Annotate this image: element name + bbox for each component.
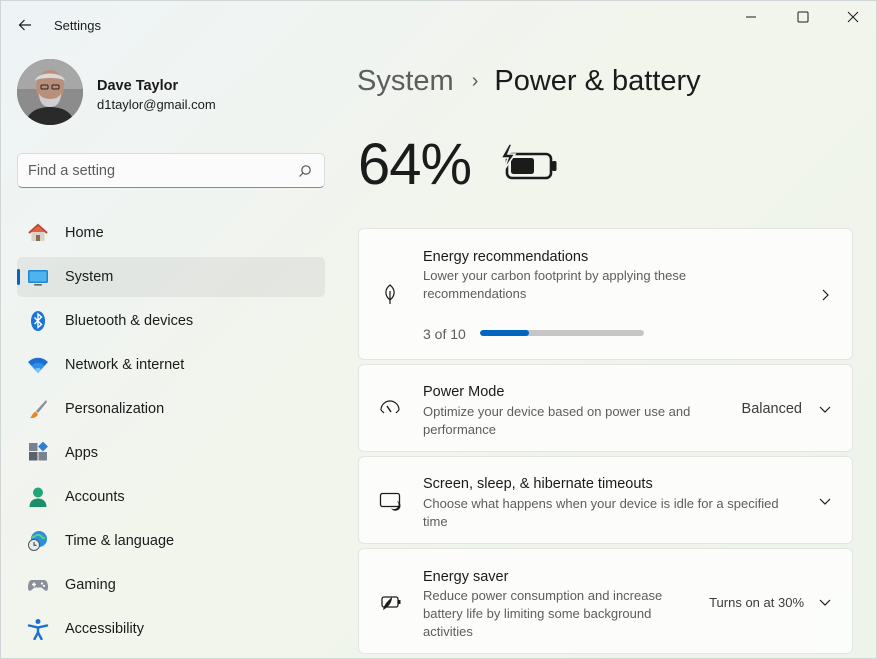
user-name: Dave Taylor — [97, 78, 179, 94]
avatar[interactable] — [17, 59, 83, 125]
maximize-button[interactable] — [780, 1, 826, 33]
search-box[interactable] — [17, 153, 325, 188]
leaf-icon — [379, 283, 401, 305]
power-mode-dropdown-value[interactable]: Balanced — [742, 401, 802, 417]
sidebar-item-gaming[interactable]: Gaming — [17, 565, 325, 605]
sidebar-item-label: Personalization — [65, 401, 165, 417]
sidebar-item-accounts[interactable]: Accounts — [17, 477, 325, 517]
sidebar-item-network[interactable]: Network & internet — [17, 345, 325, 385]
energy-saver-card[interactable]: Energy saver Reduce power consumption an… — [358, 548, 853, 654]
progress-fill — [480, 330, 530, 336]
settings-window: Settings Dave Taylor d1taylor@gmail.com — [0, 0, 877, 659]
card-description-line-1: Reduce power consumption and increase — [423, 588, 663, 603]
sidebar-item-label: Accessibility — [65, 621, 144, 637]
card-description-line-2: time — [423, 514, 448, 529]
globe-clock-icon — [27, 530, 49, 552]
sidebar-item-label: Home — [65, 225, 104, 241]
sidebar-item-label: Bluetooth & devices — [65, 313, 194, 329]
battery-fill — [511, 158, 534, 174]
chevron-down-icon[interactable] — [818, 494, 832, 508]
wifi-icon — [27, 354, 49, 376]
gamepad-icon — [27, 574, 49, 596]
card-title: Energy recommendations — [423, 249, 589, 265]
card-description-line-1: Optimize your device based on power use … — [423, 404, 691, 419]
sidebar-item-label: Network & internet — [65, 357, 185, 373]
card-title: Energy saver — [423, 569, 509, 585]
back-button[interactable] — [11, 11, 39, 39]
screen-sleep-icon — [379, 490, 401, 512]
accessibility-icon — [27, 618, 49, 640]
breadcrumb-separator: › — [471, 69, 479, 92]
close-icon — [847, 11, 859, 23]
power-mode-card[interactable]: Power Mode Optimize your device based on… — [358, 364, 853, 452]
energy-recommendations-card[interactable]: Energy recommendations Lower your carbon… — [358, 228, 853, 360]
sidebar-item-label: Gaming — [65, 577, 116, 593]
energy-saver-threshold-value[interactable]: Turns on at 30% — [709, 595, 804, 610]
minimize-icon — [746, 16, 756, 18]
sidebar-item-label: System — [65, 269, 114, 285]
sidebar-nav: Home System Bluetooth & devices Network … — [17, 213, 325, 653]
user-email: d1taylor@gmail.com — [97, 97, 216, 112]
recommendations-progress-bar — [480, 330, 644, 336]
home-icon — [27, 222, 49, 244]
chevron-down-icon[interactable] — [818, 402, 832, 416]
chevron-right-icon — [822, 289, 829, 301]
chevron-down-icon[interactable] — [818, 595, 832, 609]
card-description-line-1: Lower your carbon footprint by applying … — [423, 268, 687, 283]
battery-charging-icon — [499, 144, 557, 180]
sidebar-item-label: Time & language — [65, 533, 175, 549]
sidebar-item-personalization[interactable]: Personalization — [17, 389, 325, 429]
title-bar: Settings — [1, 1, 876, 49]
screen-sleep-timeouts-card[interactable]: Screen, sleep, & hibernate timeouts Choo… — [358, 456, 853, 544]
sidebar-item-label: Accounts — [65, 489, 125, 505]
sidebar-item-apps[interactable]: Apps — [17, 433, 325, 473]
close-button[interactable] — [830, 1, 876, 33]
sidebar-item-time-language[interactable]: Time & language — [17, 521, 325, 561]
app-title: Settings — [54, 18, 101, 33]
battery-percentage: 64% — [358, 132, 472, 197]
breadcrumb: System › Power & battery — [357, 61, 701, 101]
energy-saver-icon — [379, 591, 401, 613]
accounts-icon — [27, 486, 49, 508]
bluetooth-icon — [27, 310, 49, 332]
apps-icon — [27, 442, 49, 464]
card-description-line-2: recommendations — [423, 286, 527, 301]
card-description-line-2: battery life by limiting some background — [423, 606, 652, 621]
card-description-line-3: activities — [423, 624, 473, 639]
minimize-button[interactable] — [728, 1, 774, 33]
search-input[interactable] — [28, 161, 288, 181]
sidebar-item-accessibility[interactable]: Accessibility — [17, 609, 325, 649]
system-icon — [27, 266, 49, 288]
speedometer-icon — [379, 398, 401, 420]
search-icon[interactable] — [298, 164, 312, 178]
sidebar-item-label: Apps — [65, 445, 99, 461]
card-title: Power Mode — [423, 384, 505, 400]
user-photo-icon — [17, 59, 83, 125]
maximize-icon — [797, 11, 809, 23]
sidebar-item-home[interactable]: Home — [17, 213, 325, 253]
card-description-line-1: Choose what happens when your device is … — [423, 496, 779, 511]
recommendations-progress-text: 3 of 10 — [423, 326, 466, 342]
brush-icon — [27, 398, 49, 420]
breadcrumb-parent[interactable]: System — [357, 65, 454, 98]
sidebar-item-bluetooth[interactable]: Bluetooth & devices — [17, 301, 325, 341]
card-title: Screen, sleep, & hibernate timeouts — [423, 476, 653, 492]
sidebar-item-system[interactable]: System — [17, 257, 325, 297]
card-description-line-2: performance — [423, 422, 496, 437]
back-arrow-icon — [18, 19, 31, 31]
page-title: Power & battery — [494, 64, 701, 97]
